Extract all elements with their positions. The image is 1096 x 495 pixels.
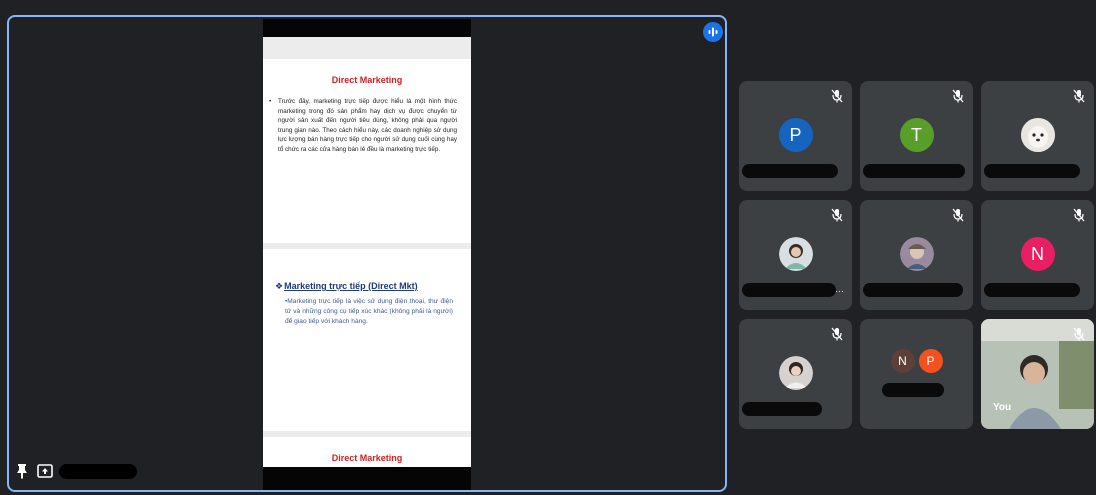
mic-off-icon — [952, 89, 964, 103]
avatar-photo-person — [778, 237, 813, 271]
slide-body: •Marketing trực tiếp là việc sử dụng điệ… — [285, 298, 453, 325]
mic-off-icon — [831, 208, 843, 222]
self-label: You — [993, 402, 1012, 413]
pin-icon[interactable] — [15, 463, 29, 479]
mic-off-icon — [1073, 327, 1085, 341]
slides-top-bar — [263, 19, 471, 37]
slide-marketing-truc-tiep: ❖Marketing trực tiếp (Direct Mkt) •Marke… — [263, 249, 471, 431]
participant-name-redacted — [742, 402, 822, 416]
participant-name-redacted — [742, 283, 836, 297]
presentation-stage[interactable]: Direct Marketing • Trước đây, marketing … — [7, 15, 727, 492]
name-ellipsis: … — [835, 284, 844, 294]
participant-tile[interactable]: N P — [860, 319, 973, 429]
participant-tile[interactable]: T — [860, 81, 973, 191]
slides-bottom-bar — [263, 467, 471, 490]
participant-tile[interactable]: N — [981, 200, 1094, 310]
mic-off-icon — [1073, 208, 1085, 222]
present-icon[interactable] — [37, 464, 53, 478]
slide-direct-marketing-next: Direct Marketing — [263, 437, 471, 469]
shared-slides: Direct Marketing • Trước đây, marketing … — [263, 19, 471, 490]
participant-name-redacted — [984, 283, 1080, 297]
mic-off-icon — [952, 208, 964, 222]
slide-title: Direct Marketing — [331, 75, 403, 85]
avatar-photo-person — [778, 356, 813, 390]
participant-tile[interactable]: … — [739, 200, 852, 310]
slide-title: ❖Marketing trực tiếp (Direct Mkt) — [275, 281, 471, 292]
slide-direct-marketing: Direct Marketing • Trước đây, marketing … — [263, 59, 471, 243]
mic-off-icon — [831, 89, 843, 103]
participant-name-redacted — [984, 164, 1080, 178]
avatar: N — [1020, 237, 1055, 271]
participant-tile[interactable] — [981, 81, 1094, 191]
avatar-photo-dog — [1020, 118, 1055, 152]
avatar-photo-character — [899, 237, 934, 271]
participant-tile[interactable] — [739, 319, 852, 429]
mic-off-icon — [831, 327, 843, 341]
participant-name-redacted — [863, 164, 965, 178]
avatar-small: N — [890, 349, 915, 373]
avatar: P — [778, 118, 813, 152]
slide-text: Trước đây, marketing trực tiếp được hiểu… — [278, 98, 457, 153]
participant-name-redacted — [863, 283, 963, 297]
participant-tile[interactable]: P — [739, 81, 852, 191]
slide-title: Direct Marketing — [331, 453, 403, 463]
participant-tile[interactable] — [860, 200, 973, 310]
participant-group-name-redacted — [882, 383, 944, 397]
slide-title-text: Marketing trực tiếp (Direct Mkt) — [284, 281, 418, 291]
diamond-bullet-icon: ❖ — [275, 281, 284, 291]
slide-body: • Trước đây, marketing trực tiếp được hi… — [269, 97, 457, 155]
participant-name-redacted — [742, 164, 838, 178]
slide-bullet: • — [269, 98, 272, 105]
avatar-small: P — [918, 349, 943, 373]
mic-off-icon — [1073, 89, 1085, 103]
audio-activity-icon — [703, 22, 723, 42]
presenter-name-redacted — [59, 464, 137, 479]
avatar: T — [899, 118, 934, 152]
self-video-tile[interactable]: You — [981, 319, 1094, 429]
